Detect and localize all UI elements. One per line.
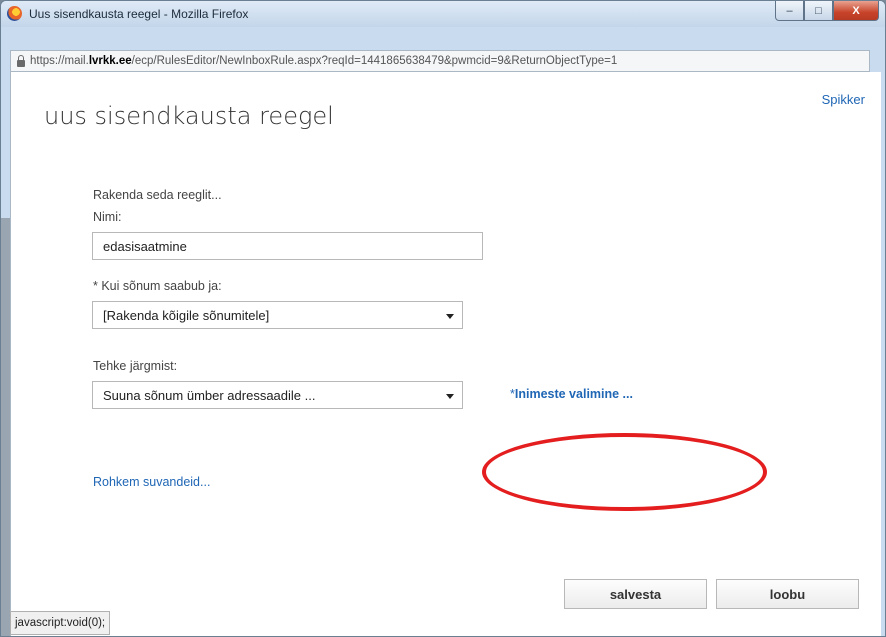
window-controls: – □ X (775, 1, 879, 21)
close-button[interactable]: X (833, 1, 879, 21)
action-label: Tehke järgmist: (93, 359, 178, 373)
action-value: Suuna sõnum ümber adressaadile ... (103, 387, 316, 403)
maximize-icon: □ (815, 4, 822, 17)
chevron-down-icon (446, 394, 454, 399)
lock-icon (17, 54, 25, 67)
dialog-content: uus sisendkausta reegel Spikker Rakenda … (10, 72, 881, 636)
left-edge-shadow (1, 218, 10, 636)
name-field[interactable]: edasisaatmine (92, 232, 483, 260)
url-host: lvrkk.ee (88, 55, 132, 67)
condition-value: [Rakenda kõigile sõnumitele] (103, 307, 270, 323)
status-bar: javascript:void(0); (10, 611, 111, 635)
save-button[interactable]: salvesta (564, 579, 707, 609)
select-people-link[interactable]: *Inimeste valimine ... (510, 387, 633, 401)
browser-window: Uus sisendkausta reegel - Mozilla Firefo… (0, 0, 886, 637)
action-select[interactable]: Suuna sõnum ümber adressaadile ... (92, 381, 463, 409)
page-title: uus sisendkausta reegel (44, 102, 334, 130)
intro-text: Rakenda seda reeglit... (93, 188, 222, 202)
name-label: Nimi: (93, 210, 122, 224)
cancel-button[interactable]: loobu (716, 579, 859, 609)
url-path: /ecp/RulesEditor/NewInboxRule.aspx?reqId… (131, 55, 618, 67)
maximize-button[interactable]: □ (804, 1, 833, 21)
firefox-icon (7, 6, 22, 21)
chevron-down-icon (446, 314, 454, 319)
more-options-link[interactable]: Rohkem suvandeid... (93, 475, 210, 489)
window-title: Uus sisendkausta reegel - Mozilla Firefo… (29, 7, 249, 21)
title-bar: Uus sisendkausta reegel - Mozilla Firefo… (1, 1, 885, 27)
condition-select[interactable]: [Rakenda kõigile sõnumitele] (92, 301, 463, 329)
url-prefix: https://mail. (30, 55, 89, 67)
url-text: https://mail.lvrkk.ee/ecp/RulesEditor/Ne… (30, 55, 617, 67)
name-value: edasisaatmine (103, 238, 187, 254)
help-link[interactable]: Spikker (822, 92, 865, 107)
close-icon: X (852, 4, 860, 17)
minimize-button[interactable]: – (775, 1, 804, 21)
select-people-label: Inimeste valimine ... (514, 387, 633, 401)
condition-label: * Kui sõnum saabub ja: (93, 279, 222, 293)
minimize-icon: – (786, 4, 793, 17)
highlight-circle (482, 433, 767, 511)
left-edge (1, 72, 10, 636)
address-bar[interactable]: https://mail.lvrkk.ee/ecp/RulesEditor/Ne… (10, 50, 870, 72)
